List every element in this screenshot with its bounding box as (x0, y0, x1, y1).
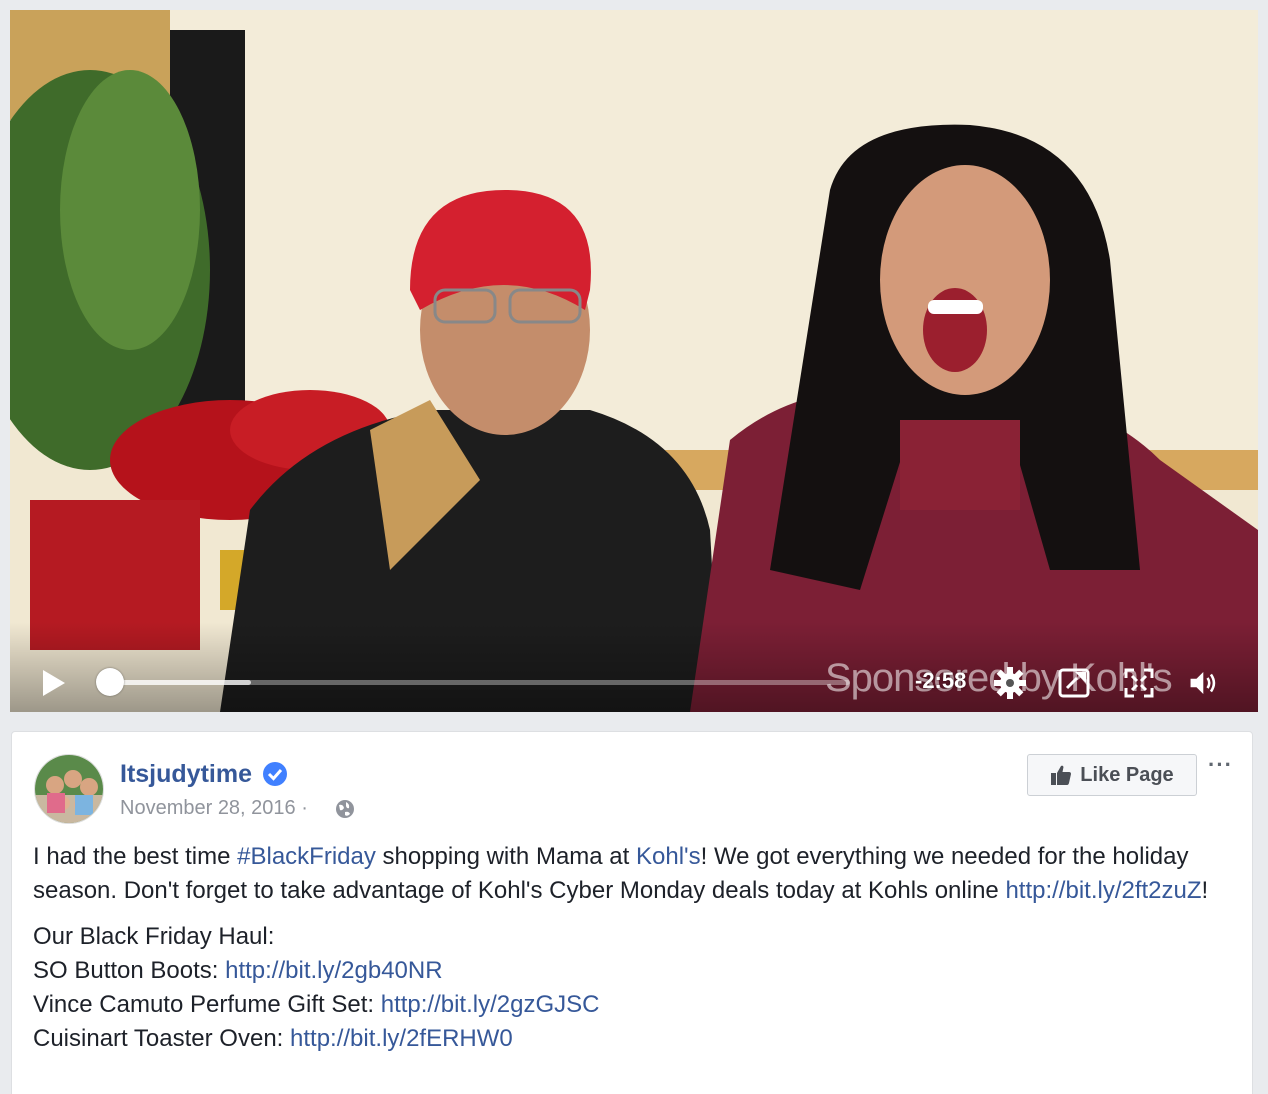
settings-icon[interactable] (993, 666, 1027, 700)
progress-scrubber[interactable] (96, 668, 124, 696)
haul-item-link[interactable]: http://bit.ly/2gb40NR (225, 957, 442, 984)
haul-item-label: Cuisinart Toaster Oven: (33, 1025, 291, 1052)
post-timestamp[interactable]: November 28, 2016 · (120, 797, 308, 820)
like-page-button[interactable]: Like Page (1027, 754, 1197, 796)
date-separator: · (301, 797, 308, 819)
haul-item: Vince Camuto Perfume Gift Set: http://bi… (33, 988, 1233, 1022)
more-options-button[interactable]: ··· (1208, 752, 1233, 778)
fullscreen-icon[interactable] (1122, 666, 1156, 700)
progress-buffered (110, 680, 251, 685)
like-page-label: Like Page (1080, 763, 1174, 786)
mention-link[interactable]: Kohl's (636, 843, 701, 870)
progress-bar[interactable] (110, 680, 850, 685)
thumbs-up-icon (1051, 765, 1072, 785)
hashtag-link[interactable]: #BlackFriday (237, 843, 376, 870)
page-name-link[interactable]: Itsjudytime (120, 760, 252, 789)
post-card: Itsjudytime November 28, 2016 · Like Pag… (11, 731, 1253, 1094)
haul-item: SO Button Boots: http://bit.ly/2gb40NR (33, 954, 1233, 988)
video-controls: Sponsored by Kohl's -2:58 (10, 622, 1258, 712)
avatar-image (35, 755, 103, 823)
volume-icon[interactable] (1188, 666, 1222, 700)
haul-item: Cuisinart Toaster Oven: http://bit.ly/2f… (33, 1022, 1233, 1056)
haul-item-link[interactable]: http://bit.ly/2gzGJSC (381, 991, 600, 1018)
haul-item-label: Vince Camuto Perfume Gift Set: (33, 991, 381, 1018)
haul-title: Our Black Friday Haul: (33, 923, 275, 950)
text-segment: shopping with Mama at (375, 843, 636, 870)
haul-item-link[interactable]: http://bit.ly/2fERHW0 (290, 1025, 513, 1052)
video-frame (10, 10, 1258, 712)
post-paragraph: I had the best time #BlackFriday shoppin… (33, 840, 1233, 908)
verified-badge-icon (263, 762, 287, 786)
post-date[interactable]: November 28, 2016 (120, 797, 296, 819)
picture-in-picture-icon[interactable] (1057, 666, 1091, 700)
haul-item-label: SO Button Boots: (33, 957, 226, 984)
post-body: I had the best time #BlackFriday shoppin… (33, 840, 1233, 1056)
text-segment: I had the best time (33, 843, 238, 870)
avatar[interactable] (34, 754, 104, 824)
haul-list: Our Black Friday Haul: SO Button Boots: … (33, 920, 1233, 1056)
globe-icon[interactable] (335, 799, 355, 819)
url-link[interactable]: http://bit.ly/2ft2zuZ (1005, 877, 1201, 904)
time-remaining: -2:58 (915, 668, 967, 693)
play-icon[interactable] (38, 668, 68, 698)
video-player[interactable]: Sponsored by Kohl's -2:58 (10, 10, 1258, 712)
text-segment: ! (1201, 877, 1209, 904)
